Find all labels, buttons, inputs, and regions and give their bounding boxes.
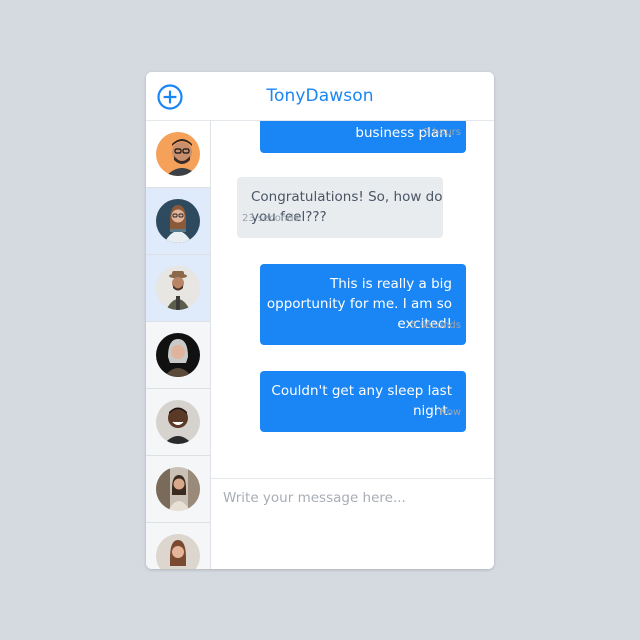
message-line: Couldn't get any sleep last: [271, 383, 452, 399]
contact-item[interactable]: [146, 389, 210, 456]
message-bubble-outgoing: This is really a big opportunity for me.…: [260, 264, 466, 345]
message-timestamp: 23 seconds: [242, 213, 299, 224]
message-composer: [211, 478, 494, 569]
avatar-woman-street[interactable]: [156, 467, 200, 511]
message-timestamp: Now: [439, 407, 461, 418]
avatar-woman-glasses[interactable]: [156, 199, 200, 243]
conversation-title: TonyDawson: [266, 86, 374, 106]
message-timestamp: 2 hours: [423, 127, 461, 138]
message-timestamp: 5 seconds: [410, 320, 461, 331]
message-bubble-incoming: Congratulations! So, how do you feel???: [237, 177, 443, 238]
avatar-woman-partial[interactable]: [156, 534, 200, 569]
message-input[interactable]: [223, 487, 483, 509]
message-line: opportunity for me. I am so: [266, 296, 452, 312]
contact-item[interactable]: [146, 188, 210, 255]
contact-item[interactable]: [146, 523, 210, 569]
contact-item[interactable]: [146, 456, 210, 523]
chat-window: TonyDawson business plan. 2 hours Congra…: [146, 72, 494, 569]
message-line: Congratulations! So, how do: [251, 189, 443, 205]
message-thread[interactable]: business plan. 2 hours Congratulations! …: [211, 121, 494, 478]
avatar-man-smiling[interactable]: [156, 400, 200, 444]
chat-header: TonyDawson: [146, 72, 494, 121]
message-line: night.: [412, 403, 452, 419]
contacts-sidebar[interactable]: [146, 121, 211, 569]
message-bubble-outgoing: Couldn't get any sleep last night.: [260, 371, 466, 432]
contact-item[interactable]: [146, 322, 210, 389]
message-line: This is really a big: [329, 276, 452, 292]
avatar-man-glasses[interactable]: [156, 132, 200, 176]
contact-item[interactable]: [146, 121, 210, 188]
avatar-man-hat[interactable]: [156, 266, 200, 310]
contact-item[interactable]: [146, 255, 210, 322]
avatar-woman-grey-hair[interactable]: [156, 333, 200, 377]
